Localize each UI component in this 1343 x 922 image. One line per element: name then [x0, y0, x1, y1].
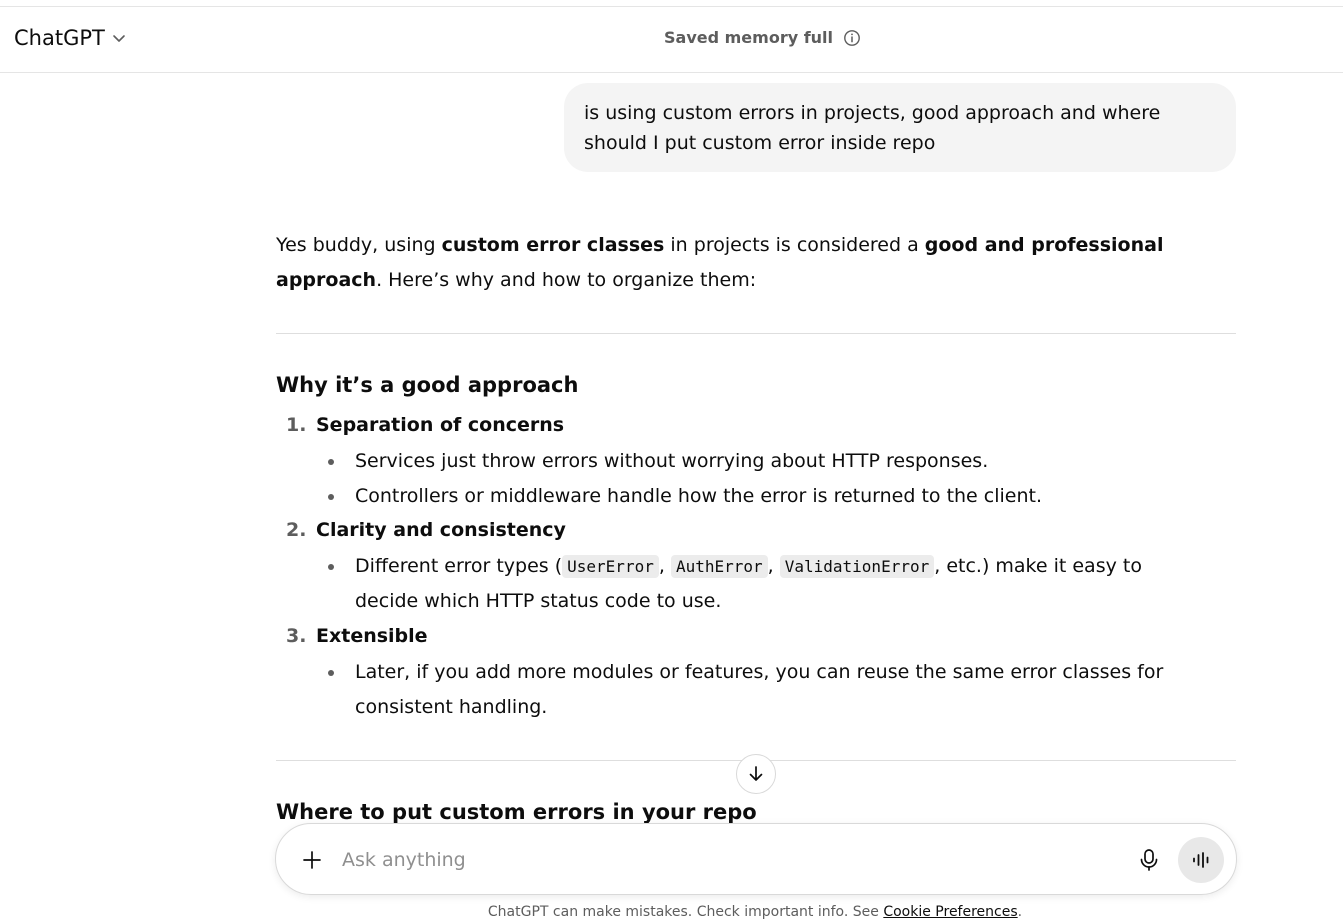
bullet-dot	[328, 670, 334, 676]
code-validation-error: ValidationError	[779, 555, 935, 578]
bullet-item: Controllers or middleware handle how the…	[328, 479, 1208, 514]
bullet-item: Later, if you add more modules or featur…	[328, 655, 1208, 725]
code-user-error: UserError	[562, 555, 659, 578]
code-auth-error: AuthError	[670, 555, 768, 578]
list-item: 1. Separation of concerns	[286, 414, 565, 436]
microphone-icon[interactable]	[1138, 848, 1160, 872]
answer-intro: Yes buddy, using custom error classes in…	[276, 234, 1164, 291]
bullet-dot	[328, 494, 334, 500]
voice-mode-button[interactable]	[1178, 837, 1224, 883]
bullet-dot	[328, 459, 334, 465]
prompt-input[interactable]	[342, 842, 1102, 878]
top-border	[0, 0, 1343, 7]
disclaimer: ChatGPT can make mistakes. Check importa…	[487, 904, 1023, 920]
chevron-down-icon	[113, 35, 125, 42]
assistant-message: Yes buddy, using custom error classes in…	[276, 228, 1236, 298]
bullet-item: Services just throw errors without worry…	[328, 444, 1208, 479]
header: ChatGPT Saved memory full	[0, 7, 1343, 73]
divider	[276, 333, 1236, 334]
arrow-down-icon	[749, 766, 763, 781]
bullet-dot	[328, 564, 334, 570]
model-label: ChatGPT	[14, 26, 105, 50]
plus-icon[interactable]	[300, 848, 324, 872]
cookie-preferences-link[interactable]: Cookie Preferences	[883, 904, 1017, 920]
memory-status[interactable]: Saved memory full	[664, 28, 861, 47]
section-heading: Where to put custom errors in your repo	[276, 800, 757, 824]
scroll-to-bottom-button[interactable]	[736, 754, 776, 794]
memory-status-label: Saved memory full	[664, 28, 834, 47]
model-picker[interactable]: ChatGPT	[14, 26, 127, 50]
user-message: is using custom errors in projects, good…	[564, 83, 1236, 172]
info-icon[interactable]	[843, 29, 861, 47]
composer	[275, 823, 1237, 895]
list-item: 3. Extensible	[286, 625, 428, 647]
bullet-item: Different error types (UserError, AuthEr…	[328, 549, 1208, 619]
section-heading: Why it’s a good approach	[276, 373, 579, 397]
list-item: 2. Clarity and consistency	[286, 519, 566, 541]
voice-mode-icon	[1193, 852, 1209, 868]
